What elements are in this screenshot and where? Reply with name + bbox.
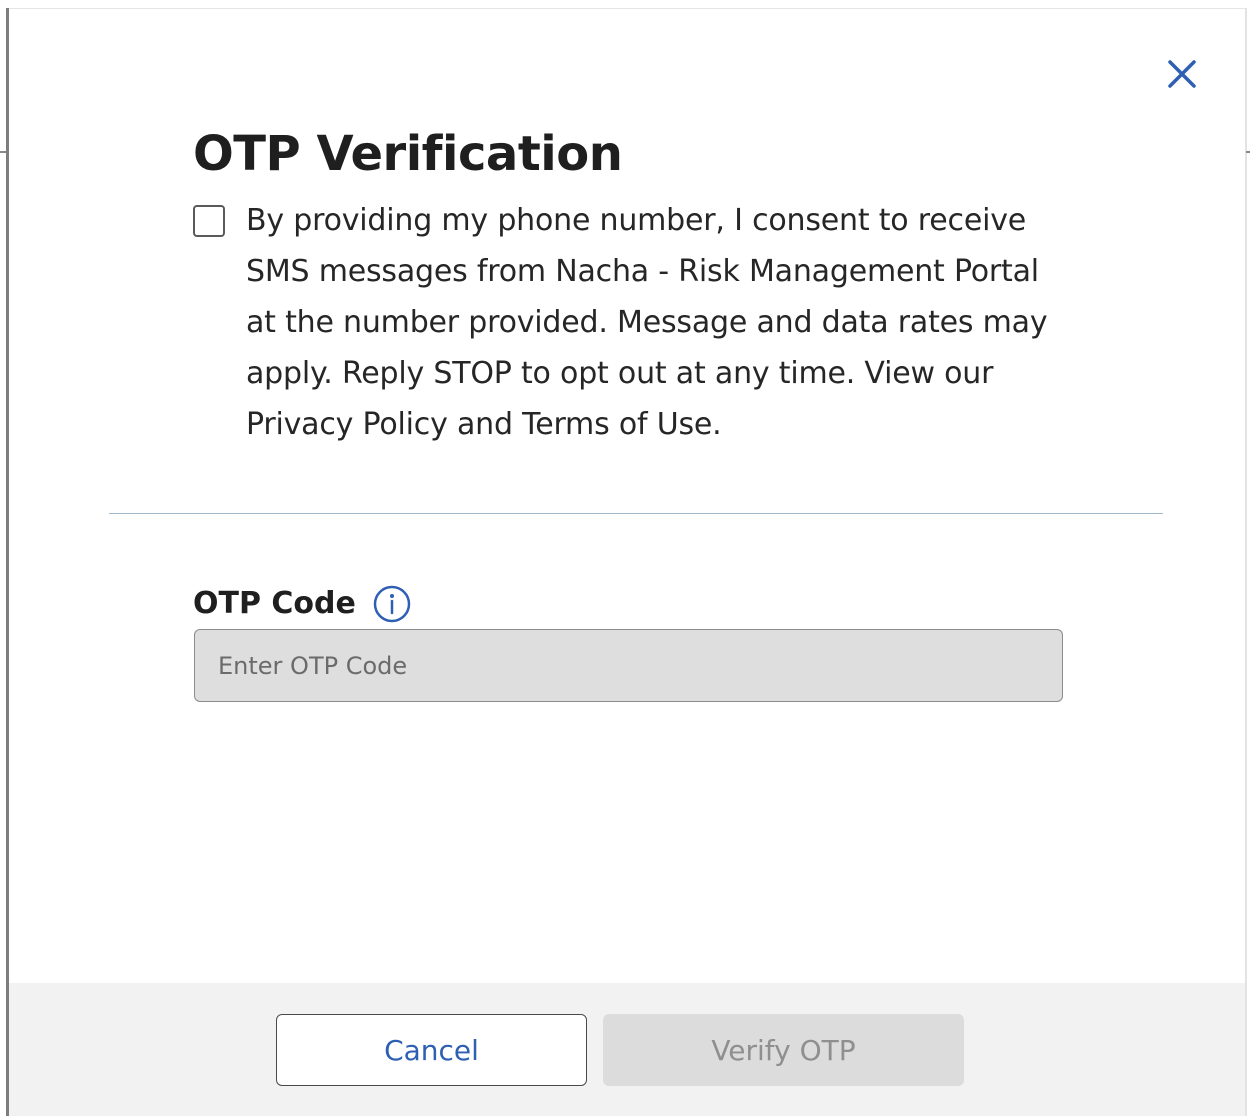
close-icon — [1168, 60, 1196, 88]
sms-consent-checkbox[interactable] — [193, 205, 225, 237]
modal-left-border — [6, 8, 9, 1116]
info-icon[interactable] — [372, 584, 412, 624]
modal-title: OTP Verification — [193, 126, 623, 182]
sms-consent-text: By providing my phone number, I consent … — [246, 203, 1048, 442]
backdrop-tick-left — [0, 151, 6, 153]
otp-verification-modal: OTP Verification By providing my phone n… — [0, 0, 1250, 1116]
modal-top-border — [6, 8, 1247, 9]
verify-otp-button[interactable]: Verify OTP — [603, 1014, 964, 1086]
otp-code-label-row: OTP Code — [193, 584, 412, 624]
close-button[interactable] — [1162, 54, 1202, 94]
section-divider — [109, 513, 1163, 514]
otp-code-label: OTP Code — [193, 586, 356, 621]
sms-consent: By providing my phone number, I consent … — [193, 195, 1073, 450]
modal-right-border — [1245, 8, 1247, 1116]
otp-code-input[interactable] — [194, 629, 1063, 702]
backdrop-tick-right — [1246, 151, 1250, 153]
cancel-button[interactable]: Cancel — [276, 1014, 587, 1086]
